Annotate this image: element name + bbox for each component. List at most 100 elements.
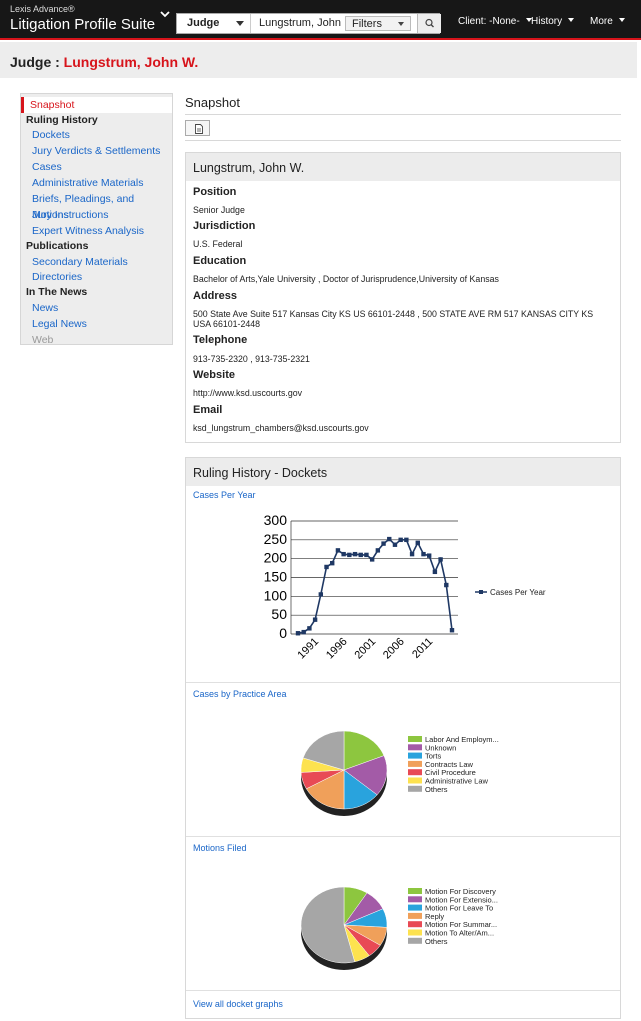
search-icon	[425, 18, 434, 28]
search-input[interactable]: Lungstrum, John	[259, 17, 341, 29]
website-link[interactable]: http://www.ksd.uscourts.gov	[193, 388, 613, 398]
y-tick-label: 250	[264, 531, 288, 547]
sidebar-item-cases[interactable]: Cases	[21, 159, 172, 175]
y-tick-label: 0	[279, 625, 287, 641]
cases-per-year-chart: 0 50 100 150 200 250 300 1991 1996 2001 2006 2011 Ca…	[264, 512, 546, 662]
data-point	[398, 537, 403, 543]
sidebar-item-news[interactable]: News	[21, 300, 172, 316]
x-tick-label: 2006	[381, 636, 407, 662]
data-point	[432, 569, 438, 575]
divider	[186, 682, 620, 683]
more-menu[interactable]: More	[590, 16, 625, 27]
document-icon	[195, 124, 203, 134]
data-point	[449, 628, 455, 633]
motions-filed-link[interactable]: Motions Filed	[193, 843, 247, 853]
sidebar-item-administrative-materials[interactable]: Administrative Materials	[21, 175, 172, 191]
dockets-heading: Ruling History - Dockets	[186, 458, 620, 486]
email-label: Email	[193, 404, 223, 416]
education-label: Education	[193, 255, 247, 267]
y-tick-label: 100	[264, 587, 288, 603]
search-button[interactable]	[417, 14, 441, 33]
page-title-prefix: Judge :	[10, 54, 64, 70]
sidebar-item-legal-news[interactable]: Legal News	[21, 316, 172, 332]
legend-swatch	[408, 904, 422, 911]
data-point	[381, 541, 386, 546]
search-type-select[interactable]: Judge	[177, 14, 251, 33]
data-point	[335, 548, 341, 553]
data-point	[392, 542, 398, 547]
legend-swatch	[408, 736, 422, 742]
data-point	[312, 617, 318, 622]
export-button[interactable]	[185, 120, 210, 136]
telephone-value: 913-735-2320 , 913-735-2321	[193, 354, 310, 364]
data-point	[330, 560, 335, 566]
caret-down-icon	[236, 21, 244, 26]
search-bar: Judge Lungstrum, John Filters	[176, 13, 441, 34]
top-navigation-bar: Lexis Advance® Litigation Profile Suite …	[0, 0, 641, 40]
history-menu[interactable]: History	[531, 16, 575, 27]
sidebar-item-briefs-pleadings-and-motions[interactable]: Briefs, Pleadings, and Motions	[21, 191, 172, 221]
view-all-docket-graphs-link[interactable]: View all docket graphs	[193, 999, 283, 1009]
legend-swatch	[408, 937, 422, 944]
caret-down-icon	[568, 18, 575, 22]
email-link[interactable]: ksd_lungstrum_chambers@ksd.uscourts.gov	[193, 423, 613, 433]
legend-swatch	[408, 744, 422, 751]
jurisdiction-value: U.S. Federal	[193, 239, 243, 249]
sidebar-item-expert-witness-analysis[interactable]: Expert Witness Analysis	[21, 223, 172, 239]
divider	[185, 140, 621, 141]
data-point	[358, 552, 363, 558]
page-title-bar: Judge : Lungstrum, John W.	[0, 42, 637, 78]
legend-swatch	[408, 769, 422, 776]
client-menu[interactable]: Client: -None-	[458, 16, 532, 27]
data-point	[404, 537, 409, 543]
data-point	[438, 557, 443, 562]
product-switcher-chevron-icon[interactable]	[159, 8, 171, 20]
sidebar-item-dockets[interactable]: Dockets	[21, 127, 172, 143]
practice-area-link[interactable]: Cases by Practice Area	[193, 689, 287, 699]
sidebar-item-secondary-materials[interactable]: Secondary Materials	[21, 254, 172, 270]
legend-label: Cases Per Year	[490, 588, 546, 597]
series-line	[297, 538, 453, 634]
profile-name-heading: Lungstrum, John W.	[186, 153, 620, 181]
y-tick-label: 150	[264, 569, 288, 585]
data-point	[364, 552, 369, 558]
legend-swatch	[408, 929, 422, 936]
section-title: Snapshot	[185, 95, 240, 110]
x-tick-label: 1991	[295, 636, 321, 662]
data-point	[421, 551, 426, 557]
sidebar: Snapshot Ruling History Dockets Jury Verdic…	[20, 93, 173, 346]
legend-swatch	[408, 785, 422, 792]
cases-per-year-link[interactable]: Cases Per Year	[193, 490, 256, 500]
caret-down-icon	[618, 18, 625, 22]
data-point	[409, 551, 415, 557]
x-tick-label: 2001	[352, 636, 378, 662]
product-logo[interactable]: Lexis Advance® Litigation Profile Suite	[10, 4, 155, 35]
y-tick-label: 50	[271, 606, 287, 622]
sidebar-item-directories[interactable]: Directories	[21, 269, 172, 285]
brand-product-label: Litigation Profile Suite	[10, 16, 156, 33]
education-value: Bachelor of Arts,Yale University , Docto…	[193, 274, 499, 284]
sidebar-item-in-the-news: In The News	[26, 286, 88, 298]
sidebar-item-ruling-history: Ruling History	[26, 114, 98, 126]
filters-dropdown[interactable]: Filters	[345, 16, 411, 31]
data-point	[324, 564, 329, 570]
position-value: Senior Judge	[193, 205, 245, 215]
data-point	[347, 552, 352, 558]
jurisdiction-label: Jurisdiction	[193, 220, 256, 232]
sidebar-item-jury-instructions[interactable]: Jury Instructions	[21, 207, 172, 223]
data-point	[318, 592, 324, 597]
sidebar-item-jury-verdicts-settlements[interactable]: Jury Verdicts & Settlements	[21, 143, 172, 159]
x-tick-label: 1996	[324, 636, 350, 662]
motions-filed-pie-chart: Motion For DiscoveryMotion For Extensio.…	[300, 886, 498, 970]
y-tick-label: 200	[264, 550, 288, 566]
sidebar-item-web: Web	[32, 334, 54, 346]
data-point	[415, 540, 420, 546]
data-point	[426, 553, 432, 558]
caret-down-icon	[398, 22, 404, 26]
legend-marker	[479, 590, 483, 594]
filters-label: Filters	[352, 18, 382, 30]
profile-panel: Lungstrum, John W. Position Senior Judge…	[185, 152, 621, 443]
sidebar-item-snapshot[interactable]: Snapshot	[21, 97, 172, 113]
telephone-label: Telephone	[193, 334, 248, 346]
position-label: Position	[193, 186, 237, 198]
